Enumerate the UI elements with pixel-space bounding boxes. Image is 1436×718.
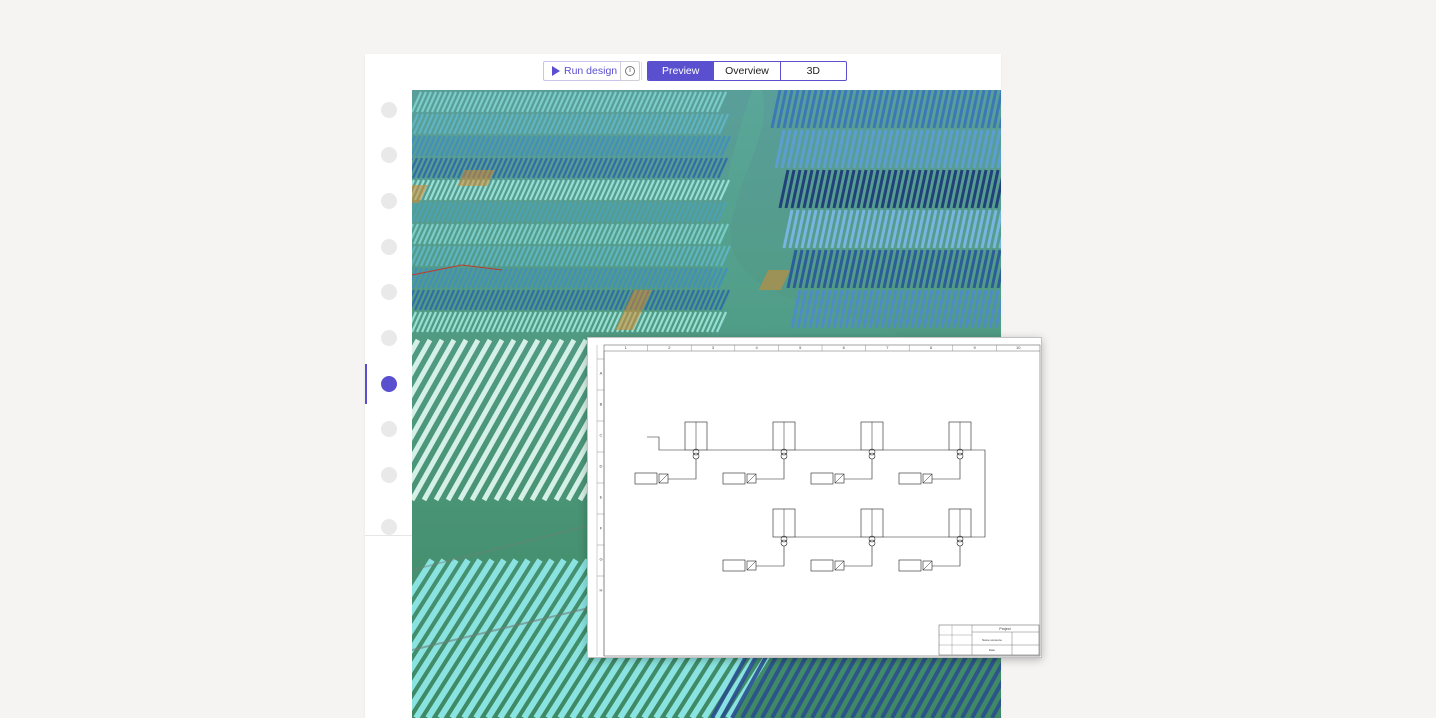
sidebar-dot (380, 421, 397, 437)
tab-preview-label: Preview (661, 65, 700, 77)
sidebar-dot (380, 519, 397, 535)
grid-row-label: E (600, 495, 603, 500)
sidebar-dot (380, 102, 397, 118)
sidebar-item-2[interactable] (365, 135, 412, 175)
sidebar-item-5[interactable] (365, 272, 412, 312)
tab-3d[interactable]: 3D (779, 62, 846, 80)
grid-row-label: G (599, 557, 602, 562)
sidebar-item-7[interactable] (365, 364, 412, 404)
sidebar-item-4[interactable] (365, 227, 412, 267)
sidebar-item-3[interactable] (365, 181, 412, 221)
sidebar-dot-active (380, 376, 397, 392)
tab-3d-label: 3D (806, 65, 821, 77)
sidebar (365, 90, 412, 718)
tab-overview-label: Overview (725, 65, 769, 77)
title-date: Date (989, 648, 995, 652)
grid-column-label: 10 (1016, 345, 1021, 350)
title-drawing: Name someone (982, 638, 1002, 642)
play-icon (552, 66, 560, 76)
info-button[interactable]: i (620, 61, 640, 81)
info-icon: i (625, 66, 635, 76)
toolbar-divider (641, 62, 642, 80)
single-line-diagram: 1 2 3 4 5 6 7 8 9 10 ABCDEFGH Project Name someon… (587, 337, 1042, 658)
grid-row-label: A (600, 371, 603, 376)
schematic-drawing: 1 2 3 4 5 6 7 8 9 10 ABCDEFGH Project Name someon… (587, 337, 1042, 658)
sidebar-dot (380, 467, 397, 483)
sidebar-dot (380, 193, 397, 209)
sidebar-dot (380, 147, 397, 163)
sidebar-item-10[interactable] (365, 507, 412, 547)
run-design-label: Run design (564, 65, 618, 77)
grid-row-label: B (600, 402, 603, 407)
sidebar-item-1[interactable] (365, 90, 412, 130)
tab-preview[interactable]: Preview (648, 62, 714, 80)
view-switcher: Preview Overview 3D (647, 61, 847, 81)
sidebar-item-8[interactable] (365, 409, 412, 449)
sidebar-dot (380, 284, 397, 300)
toolbar: Run design i Preview Overview 3D (365, 54, 1001, 91)
sidebar-dot (380, 330, 397, 346)
title-project: Project (999, 627, 1010, 631)
grid-row-label: H (600, 588, 603, 593)
run-design-button[interactable]: Run design (543, 61, 625, 81)
sidebar-item-6[interactable] (365, 318, 412, 358)
grid-row-label: D (600, 464, 603, 469)
sidebar-item-9[interactable] (365, 455, 412, 495)
sidebar-dot (380, 239, 397, 255)
tab-overview[interactable]: Overview (713, 62, 779, 80)
grid-row-label: C (600, 433, 603, 438)
